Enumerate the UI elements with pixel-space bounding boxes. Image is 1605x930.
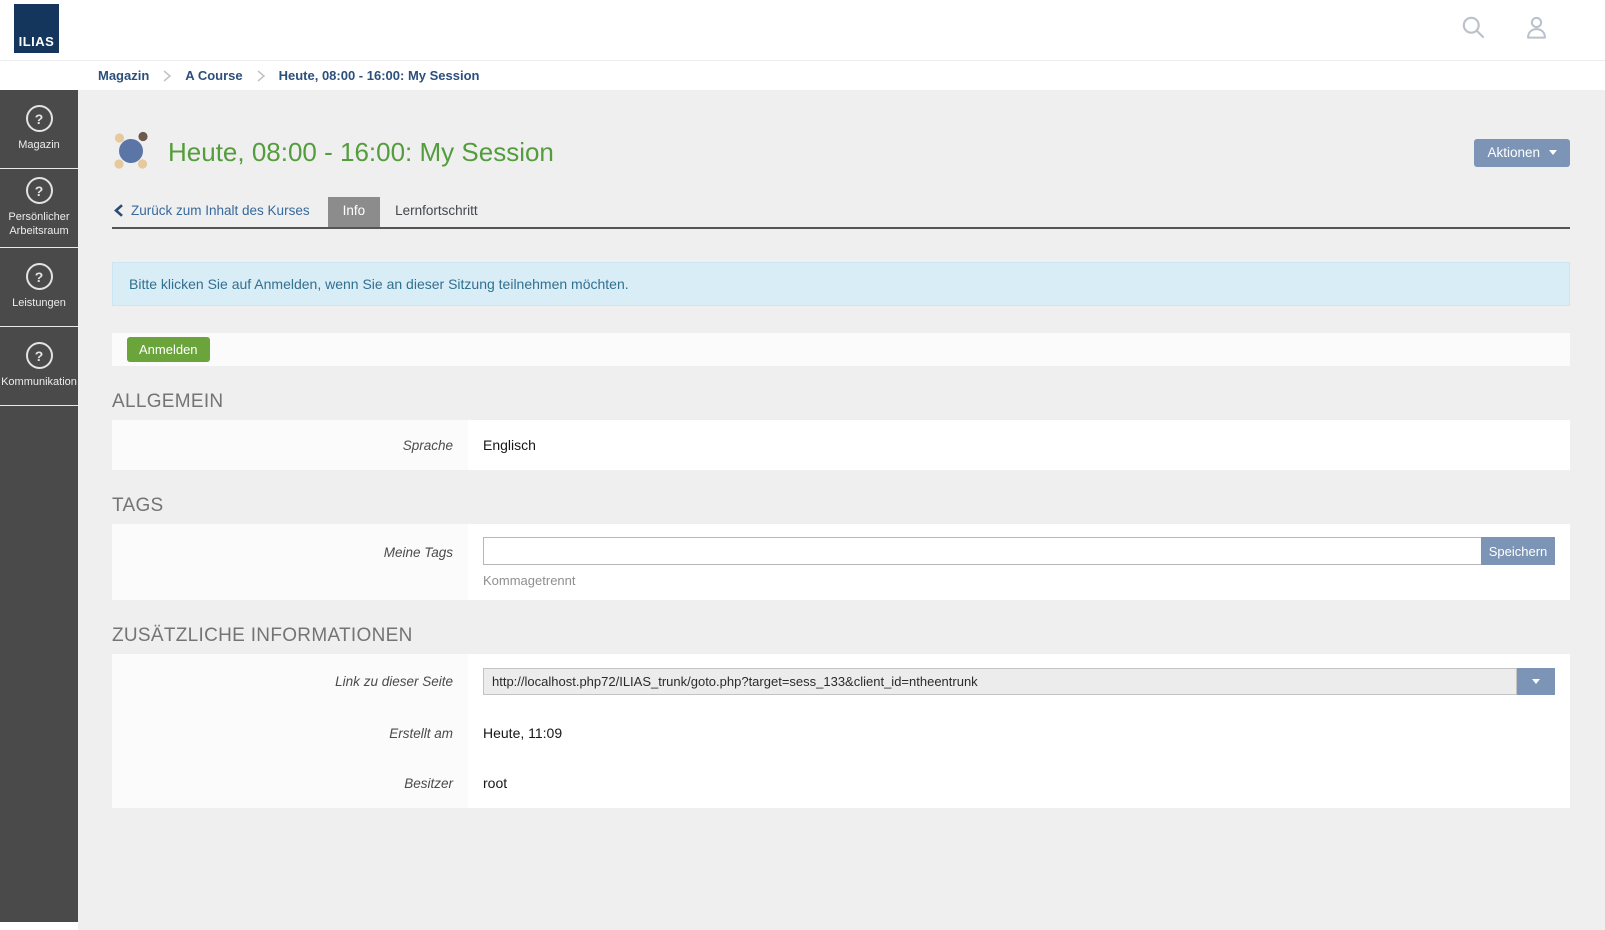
breadcrumb: Magazin A Course Heute, 08:00 - 16:00: M…: [0, 60, 1605, 90]
question-circle-icon: ?: [26, 105, 53, 132]
top-header: ILIAS: [0, 0, 1605, 60]
ilias-logo[interactable]: ILIAS: [14, 4, 59, 53]
caret-down-icon: [1549, 150, 1557, 155]
speichern-button[interactable]: Speichern: [1481, 537, 1555, 565]
aktionen-label: Aktionen: [1487, 145, 1540, 160]
anmelden-button[interactable]: Anmelden: [127, 337, 210, 362]
ilias-app: ILIAS Magazin A Course Heute, 08: [0, 0, 1605, 930]
chevron-right-icon: [257, 70, 265, 82]
aktionen-button[interactable]: Aktionen: [1474, 139, 1570, 167]
sidebar-item-leistungen[interactable]: ? Leistungen: [0, 248, 78, 327]
question-circle-icon: ?: [26, 342, 53, 369]
question-circle-icon: ?: [26, 177, 53, 204]
field-label: Besitzer: [112, 758, 468, 808]
section-heading-allgemein: ALLGEMEIN: [112, 391, 1570, 413]
main-content: Heute, 08:00 - 16:00: My Session Aktione…: [78, 90, 1605, 930]
field-value: root: [468, 758, 1570, 808]
back-link-label: Zurück zum Inhalt des Kurses: [131, 203, 310, 218]
form-row-besitzer: Besitzer root: [112, 758, 1570, 808]
breadcrumb-course[interactable]: A Course: [185, 68, 242, 83]
sidebar-item-label: Leistungen: [12, 297, 66, 311]
zusatz-block: Link zu dieser Seite Erstellt am Heute, …: [112, 654, 1570, 808]
page-title: Heute, 08:00 - 16:00: My Session: [168, 137, 1474, 168]
chevron-right-icon: [163, 70, 171, 82]
search-icon[interactable]: [1460, 14, 1487, 41]
logo-text: ILIAS: [19, 34, 55, 49]
field-label: Link zu dieser Seite: [112, 654, 468, 708]
permalink-dropdown-button[interactable]: [1517, 668, 1555, 695]
form-row-link: Link zu dieser Seite: [112, 654, 1570, 708]
sidebar: ? Magazin ? Persönlicher Arbeitsraum ? L…: [0, 90, 78, 922]
field-label: Meine Tags: [112, 524, 468, 600]
tags-field: Speichern Kommagetrennt: [468, 524, 1570, 600]
link-field: [468, 654, 1570, 708]
tags-input-group: Speichern: [483, 537, 1555, 565]
title-bar: Heute, 08:00 - 16:00: My Session Aktione…: [112, 130, 1570, 175]
tags-input[interactable]: [483, 537, 1481, 565]
tab-lernfortschritt[interactable]: Lernfortschritt: [380, 197, 493, 227]
permalink-input[interactable]: [483, 668, 1517, 695]
sidebar-item-label: Persönlicher Arbeitsraum: [2, 211, 76, 239]
sidebar-item-label: Kommunikation: [1, 376, 77, 390]
caret-down-icon: [1532, 679, 1540, 684]
header-icons: [1460, 14, 1550, 41]
field-value: Heute, 11:09: [468, 708, 1570, 758]
user-menu-icon[interactable]: [1523, 14, 1550, 41]
field-label: Erstellt am: [112, 708, 468, 758]
info-message: Bitte klicken Sie auf Anmelden, wenn Sie…: [112, 262, 1570, 306]
back-to-course-link[interactable]: Zurück zum Inhalt des Kurses: [112, 197, 312, 227]
session-icon: [112, 130, 152, 175]
form-row-erstellt-am: Erstellt am Heute, 11:09: [112, 708, 1570, 758]
register-row: Anmelden: [112, 333, 1570, 366]
section-heading-tags: TAGS: [112, 495, 1570, 517]
breadcrumb-session[interactable]: Heute, 08:00 - 16:00: My Session: [279, 68, 480, 83]
field-value: Englisch: [468, 420, 1570, 470]
section-heading-zusatz: ZUSÄTZLICHE INFORMATIONEN: [112, 625, 1570, 647]
breadcrumb-magazin[interactable]: Magazin: [98, 68, 149, 83]
chevron-left-icon: [114, 204, 123, 217]
tab-info[interactable]: Info: [328, 197, 381, 227]
tags-hint: Kommagetrennt: [483, 573, 1555, 588]
sidebar-item-kommunikation[interactable]: ? Kommunikation: [0, 327, 78, 406]
sidebar-item-magazin[interactable]: ? Magazin: [0, 90, 78, 169]
tab-bar: Zurück zum Inhalt des Kurses Info Lernfo…: [112, 197, 1570, 229]
sidebar-item-persoenlicher-arbeitsraum[interactable]: ? Persönlicher Arbeitsraum: [0, 169, 78, 248]
field-label: Sprache: [112, 420, 468, 470]
form-row-sprache: Sprache Englisch: [112, 420, 1570, 470]
form-row-meine-tags: Meine Tags Speichern Kommagetrennt: [112, 524, 1570, 600]
question-circle-icon: ?: [26, 263, 53, 290]
sidebar-item-label: Magazin: [18, 139, 60, 153]
